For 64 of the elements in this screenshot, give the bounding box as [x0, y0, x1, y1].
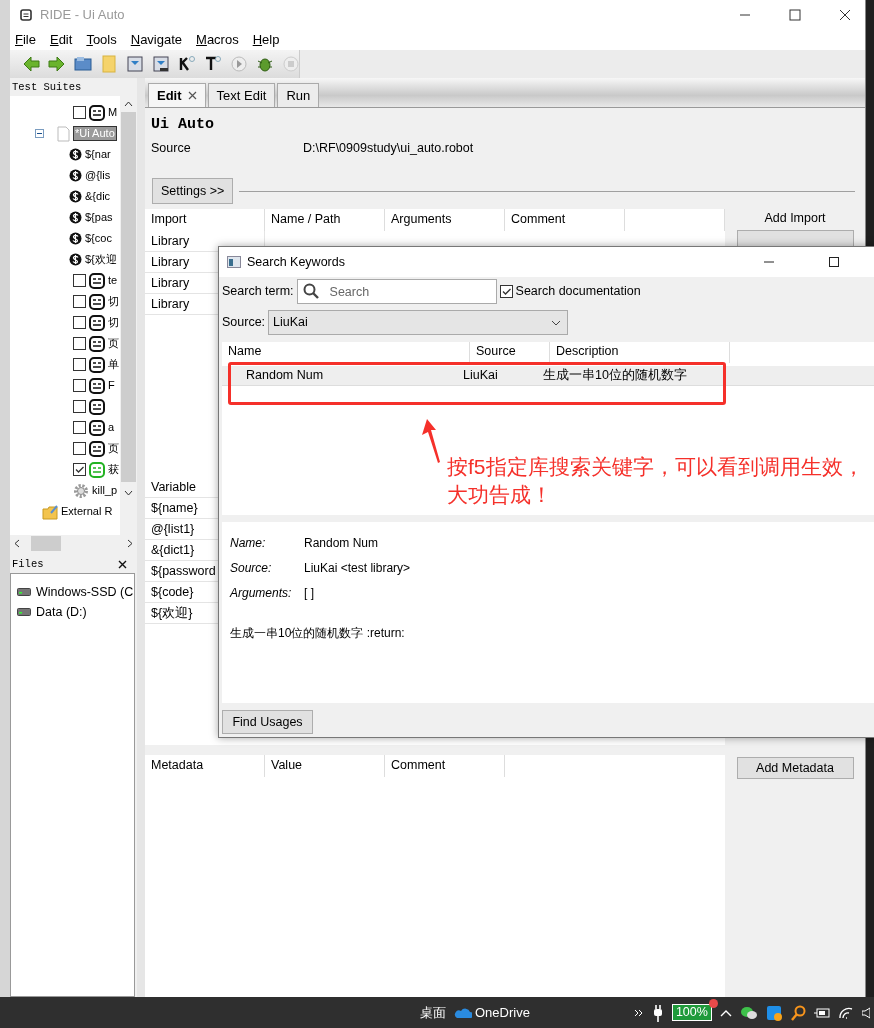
editor-tab[interactable]: Run [277, 83, 320, 107]
table-cell-text: LiuKai [462, 368, 499, 383]
drive-item[interactable]: Windows-SSD (C [36, 584, 134, 600]
detail-value: Random Num [304, 536, 379, 551]
documentation-text: 生成一串10位的随机数字 :return: [230, 626, 406, 641]
drive-item[interactable]: Data (D:) [36, 604, 87, 620]
tree-item[interactable]: ${欢迎 [85, 252, 117, 267]
editor-tab[interactable]: Edit [148, 83, 206, 107]
tree-item[interactable]: 切 [108, 294, 119, 309]
source-dropdown[interactable]: LiuKai [268, 310, 569, 335]
column-header: Source [470, 342, 550, 363]
editor-tab[interactable]: Text Edit [207, 83, 276, 107]
column-header: Name / Path [265, 209, 385, 231]
source-label: Source [151, 141, 192, 156]
settings-button[interactable]: Settings >> [152, 178, 234, 204]
panel-title: Files [12, 557, 44, 571]
menu-item[interactable]: Edit [49, 32, 73, 48]
table-cell-text: Random Num [245, 368, 325, 383]
add-metadata-button[interactable]: Add Metadata [736, 757, 854, 779]
menu-item[interactable]: Help [252, 32, 280, 48]
column-header: Description [550, 342, 730, 363]
menu-item[interactable]: Navigate [130, 32, 183, 48]
tree-item[interactable]: ${pas [85, 210, 113, 225]
tree-item[interactable]: M [108, 105, 118, 120]
detail-value: LiuKai <test library> [304, 561, 411, 576]
tree-item[interactable]: External R [61, 504, 113, 519]
detail-value: [ ] [304, 586, 314, 601]
column-header: Comment [505, 209, 625, 231]
tree-item[interactable]: te [108, 273, 118, 288]
suite-title: Ui Auto [150, 116, 215, 134]
tree-item[interactable]: 页 [108, 441, 119, 456]
column-header: Value [265, 755, 385, 777]
taskbar-item[interactable]: 桌面 [420, 1004, 446, 1021]
column-header: Arguments [385, 209, 505, 231]
add-import-label: Add Import [764, 211, 826, 226]
column-header: Comment [385, 755, 505, 777]
table-cell-text: 生成一串10位的随机数字 [542, 368, 687, 383]
column-header: Import [145, 209, 265, 231]
tree-item[interactable]: &{dic [85, 189, 111, 204]
field-label: Source: [222, 315, 266, 330]
tree-item[interactable]: @{lis [85, 168, 111, 183]
panel-title: Test Suites [12, 80, 82, 94]
tree-item[interactable]: 获 [108, 462, 119, 477]
annotation-text: 按f5指定库搜索关键字，可以看到调用生效，大功告成！ [447, 454, 865, 508]
checkbox-label: Search documentation [515, 284, 641, 299]
tree-item[interactable]: 单 [108, 357, 119, 372]
menu-item[interactable]: Tools [86, 32, 117, 48]
taskbar-item[interactable]: OneDrive [475, 1004, 530, 1021]
tree-item[interactable]: 页 [108, 336, 119, 351]
column-header: Metadata [145, 755, 265, 777]
column-header: Name [222, 342, 470, 363]
battery-indicator[interactable]: 100% [671, 1004, 712, 1021]
tree-item[interactable]: F [108, 378, 115, 393]
tree-item[interactable]: ${coc [85, 231, 112, 246]
tree-item[interactable]: a [108, 420, 115, 435]
window-title: RIDE - Ui Auto [40, 7, 125, 23]
search-field[interactable]: Search [296, 279, 497, 304]
tree-item[interactable]: kill_p [92, 483, 118, 498]
find-usages-button[interactable]: Find Usages [222, 710, 313, 734]
tree-item[interactable]: 切 [108, 315, 119, 330]
tree-item[interactable]: ${nar [85, 147, 111, 162]
source-path: D:\RF\0909study\ui_auto.robot [303, 141, 474, 156]
menu-item[interactable]: File [15, 32, 36, 48]
menu-item[interactable]: Macros [196, 32, 239, 48]
